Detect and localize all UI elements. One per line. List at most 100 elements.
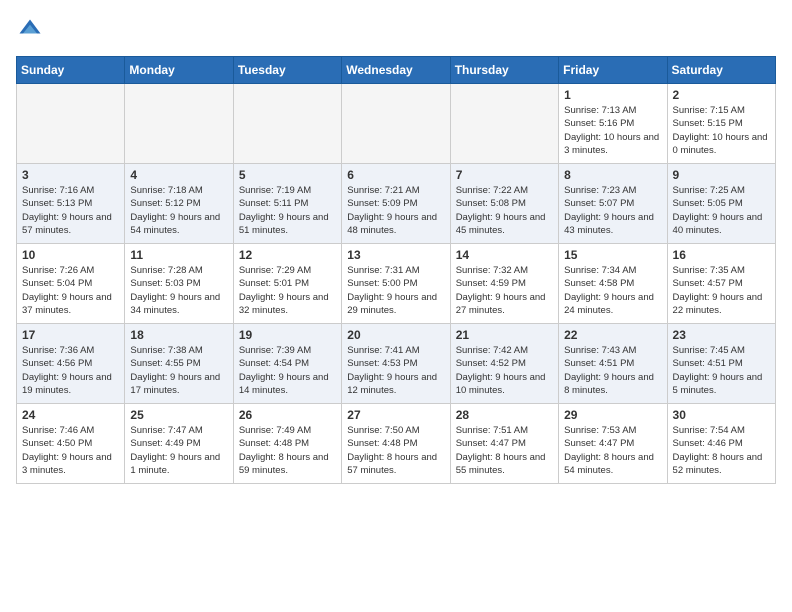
day-number: 4	[130, 168, 227, 182]
day-number: 5	[239, 168, 336, 182]
day-number: 25	[130, 408, 227, 422]
calendar-cell: 17 Sunrise: 7:36 AM Sunset: 4:56 PM Dayli…	[17, 324, 125, 404]
day-info: Sunrise: 7:31 AM Sunset: 5:00 PM Dayligh…	[347, 264, 444, 317]
calendar-cell: 2Sunrise: 7:15 AM Sunset: 5:15 PM Daylig…	[667, 84, 775, 164]
day-info: Sunrise: 7:26 AM Sunset: 5:04 PM Dayligh…	[22, 264, 119, 317]
day-info: Sunrise: 7:32 AM Sunset: 4:59 PM Dayligh…	[456, 264, 553, 317]
calendar-cell: 3 Sunrise: 7:16 AM Sunset: 5:13 PM Daylig…	[17, 164, 125, 244]
day-info: Sunrise: 7:21 AM Sunset: 5:09 PM Dayligh…	[347, 184, 444, 237]
day-number: 27	[347, 408, 444, 422]
calendar-week-row: 17 Sunrise: 7:36 AM Sunset: 4:56 PM Dayli…	[17, 324, 776, 404]
calendar-week-row: 10Sunrise: 7:26 AM Sunset: 5:04 PM Dayli…	[17, 244, 776, 324]
day-number: 21	[456, 328, 553, 342]
day-info: Sunrise: 7:36 AM Sunset: 4:56 PM Dayligh…	[22, 344, 119, 397]
calendar-cell	[17, 84, 125, 164]
day-info: Sunrise: 7:22 AM Sunset: 5:08 PM Dayligh…	[456, 184, 553, 237]
day-number: 19	[239, 328, 336, 342]
day-info: Sunrise: 7:34 AM Sunset: 4:58 PM Dayligh…	[564, 264, 661, 317]
day-info: Sunrise: 7:53 AM Sunset: 4:47 PM Dayligh…	[564, 424, 661, 477]
day-info: Sunrise: 7:39 AM Sunset: 4:54 PM Dayligh…	[239, 344, 336, 397]
calendar-cell	[125, 84, 233, 164]
day-number: 9	[673, 168, 770, 182]
day-info: Sunrise: 7:49 AM Sunset: 4:48 PM Dayligh…	[239, 424, 336, 477]
day-info: Sunrise: 7:46 AM Sunset: 4:50 PM Dayligh…	[22, 424, 119, 477]
day-info: Sunrise: 7:29 AM Sunset: 5:01 PM Dayligh…	[239, 264, 336, 317]
logo-icon	[16, 16, 44, 44]
calendar-table: SundayMondayTuesdayWednesdayThursdayFrid…	[16, 56, 776, 484]
day-number: 11	[130, 248, 227, 262]
day-info: Sunrise: 7:15 AM Sunset: 5:15 PM Dayligh…	[673, 104, 770, 157]
day-number: 15	[564, 248, 661, 262]
weekday-header: Monday	[125, 57, 233, 84]
day-number: 3	[22, 168, 119, 182]
weekday-header: Sunday	[17, 57, 125, 84]
calendar-cell: 10Sunrise: 7:26 AM Sunset: 5:04 PM Dayli…	[17, 244, 125, 324]
day-info: Sunrise: 7:41 AM Sunset: 4:53 PM Dayligh…	[347, 344, 444, 397]
calendar-cell: 12 Sunrise: 7:29 AM Sunset: 5:01 PM Dayli…	[233, 244, 341, 324]
day-info: Sunrise: 7:13 AM Sunset: 5:16 PM Dayligh…	[564, 104, 661, 157]
day-info: Sunrise: 7:50 AM Sunset: 4:48 PM Dayligh…	[347, 424, 444, 477]
weekday-header: Thursday	[450, 57, 558, 84]
calendar-cell: 16Sunrise: 7:35 AM Sunset: 4:57 PM Dayli…	[667, 244, 775, 324]
day-info: Sunrise: 7:19 AM Sunset: 5:11 PM Dayligh…	[239, 184, 336, 237]
day-info: Sunrise: 7:43 AM Sunset: 4:51 PM Dayligh…	[564, 344, 661, 397]
calendar-cell: 13 Sunrise: 7:31 AM Sunset: 5:00 PM Dayli…	[342, 244, 450, 324]
day-number: 28	[456, 408, 553, 422]
day-info: Sunrise: 7:51 AM Sunset: 4:47 PM Dayligh…	[456, 424, 553, 477]
day-info: Sunrise: 7:38 AM Sunset: 4:55 PM Dayligh…	[130, 344, 227, 397]
calendar-cell: 28 Sunrise: 7:51 AM Sunset: 4:47 PM Dayli…	[450, 404, 558, 484]
day-info: Sunrise: 7:35 AM Sunset: 4:57 PM Dayligh…	[673, 264, 770, 317]
day-number: 18	[130, 328, 227, 342]
day-info: Sunrise: 7:42 AM Sunset: 4:52 PM Dayligh…	[456, 344, 553, 397]
day-number: 17	[22, 328, 119, 342]
calendar-cell: 9 Sunrise: 7:25 AM Sunset: 5:05 PM Daylig…	[667, 164, 775, 244]
day-info: Sunrise: 7:23 AM Sunset: 5:07 PM Dayligh…	[564, 184, 661, 237]
calendar-cell: 11 Sunrise: 7:28 AM Sunset: 5:03 PM Dayli…	[125, 244, 233, 324]
calendar-cell: 29 Sunrise: 7:53 AM Sunset: 4:47 PM Dayli…	[559, 404, 667, 484]
calendar-cell: 1Sunrise: 7:13 AM Sunset: 5:16 PM Daylig…	[559, 84, 667, 164]
calendar-cell: 4 Sunrise: 7:18 AM Sunset: 5:12 PM Daylig…	[125, 164, 233, 244]
calendar-cell: 14 Sunrise: 7:32 AM Sunset: 4:59 PM Dayli…	[450, 244, 558, 324]
day-info: Sunrise: 7:47 AM Sunset: 4:49 PM Dayligh…	[130, 424, 227, 477]
calendar-cell: 20 Sunrise: 7:41 AM Sunset: 4:53 PM Dayli…	[342, 324, 450, 404]
day-number: 12	[239, 248, 336, 262]
day-number: 30	[673, 408, 770, 422]
calendar-cell: 27 Sunrise: 7:50 AM Sunset: 4:48 PM Dayli…	[342, 404, 450, 484]
weekday-header: Wednesday	[342, 57, 450, 84]
calendar-cell: 23 Sunrise: 7:45 AM Sunset: 4:51 PM Dayli…	[667, 324, 775, 404]
weekday-header: Friday	[559, 57, 667, 84]
weekday-header-row: SundayMondayTuesdayWednesdayThursdayFrid…	[17, 57, 776, 84]
calendar-cell: 18 Sunrise: 7:38 AM Sunset: 4:55 PM Dayli…	[125, 324, 233, 404]
calendar-cell: 8 Sunrise: 7:23 AM Sunset: 5:07 PM Daylig…	[559, 164, 667, 244]
day-number: 13	[347, 248, 444, 262]
calendar-cell: 26 Sunrise: 7:49 AM Sunset: 4:48 PM Dayli…	[233, 404, 341, 484]
day-number: 8	[564, 168, 661, 182]
calendar-cell: 19 Sunrise: 7:39 AM Sunset: 4:54 PM Dayli…	[233, 324, 341, 404]
day-number: 7	[456, 168, 553, 182]
day-info: Sunrise: 7:18 AM Sunset: 5:12 PM Dayligh…	[130, 184, 227, 237]
day-number: 23	[673, 328, 770, 342]
calendar-cell: 25 Sunrise: 7:47 AM Sunset: 4:49 PM Dayli…	[125, 404, 233, 484]
calendar-cell	[450, 84, 558, 164]
day-number: 6	[347, 168, 444, 182]
calendar-cell: 22 Sunrise: 7:43 AM Sunset: 4:51 PM Dayli…	[559, 324, 667, 404]
day-number: 24	[22, 408, 119, 422]
day-number: 22	[564, 328, 661, 342]
calendar-cell	[342, 84, 450, 164]
weekday-header: Tuesday	[233, 57, 341, 84]
day-info: Sunrise: 7:45 AM Sunset: 4:51 PM Dayligh…	[673, 344, 770, 397]
calendar-cell: 21 Sunrise: 7:42 AM Sunset: 4:52 PM Dayli…	[450, 324, 558, 404]
calendar-cell	[233, 84, 341, 164]
header	[16, 16, 776, 44]
day-info: Sunrise: 7:16 AM Sunset: 5:13 PM Dayligh…	[22, 184, 119, 237]
day-number: 14	[456, 248, 553, 262]
day-number: 20	[347, 328, 444, 342]
calendar-week-row: 24 Sunrise: 7:46 AM Sunset: 4:50 PM Dayli…	[17, 404, 776, 484]
weekday-header: Saturday	[667, 57, 775, 84]
day-number: 29	[564, 408, 661, 422]
day-info: Sunrise: 7:25 AM Sunset: 5:05 PM Dayligh…	[673, 184, 770, 237]
day-info: Sunrise: 7:28 AM Sunset: 5:03 PM Dayligh…	[130, 264, 227, 317]
calendar-week-row: 3 Sunrise: 7:16 AM Sunset: 5:13 PM Daylig…	[17, 164, 776, 244]
day-number: 26	[239, 408, 336, 422]
logo	[16, 16, 48, 44]
